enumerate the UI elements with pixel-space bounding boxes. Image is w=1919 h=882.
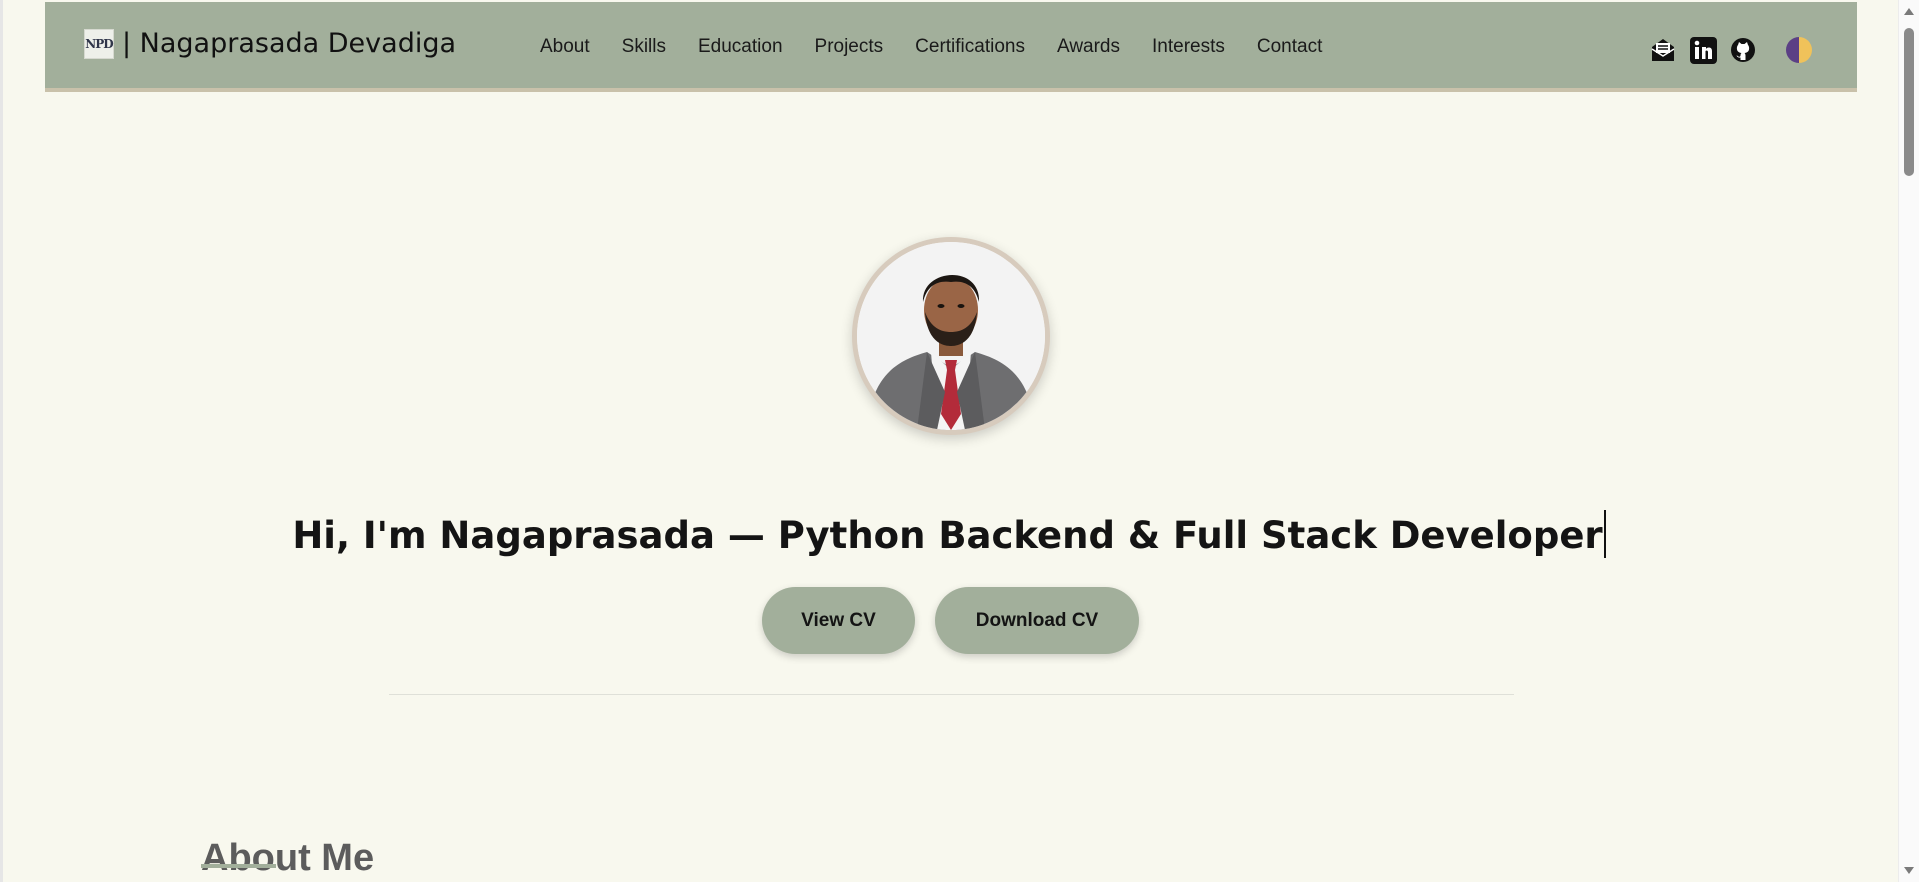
hero-headline-text: Hi, I'm Nagaprasada — Python Backend & F… [292,513,1603,557]
nav-links: About Skills Education Projects Certific… [540,36,1354,58]
social-icons [1649,36,1769,64]
linkedin-icon[interactable] [1689,36,1717,64]
theme-toggle-icon[interactable] [1786,37,1812,63]
typing-caret [1603,509,1606,558]
nav-link-certifications[interactable]: Certifications [915,36,1025,58]
nav-link-contact[interactable]: Contact [1257,36,1322,58]
github-icon[interactable] [1729,36,1757,64]
nav-link-education[interactable]: Education [698,36,783,58]
scroll-up-arrow-icon[interactable] [1904,8,1914,15]
nav-link-awards[interactable]: Awards [1057,36,1120,58]
brand[interactable]: NPD | Nagaprasada Devadiga [84,28,456,59]
nav-link-about[interactable]: About [540,36,590,58]
navbar: NPD | Nagaprasada Devadiga About Skills … [45,2,1857,92]
theme-toggle-light-half [1799,37,1812,63]
mail-icon[interactable] [1649,36,1677,64]
nav-link-skills[interactable]: Skills [622,36,666,58]
vertical-scrollbar[interactable] [1898,0,1919,882]
scroll-down-arrow-icon[interactable] [1904,867,1914,874]
about-section-title: About Me [201,836,375,879]
section-divider [389,694,1514,695]
brand-logo: NPD [84,28,114,59]
theme-toggle-dark-half [1786,37,1799,63]
view-cv-button[interactable]: View CV [762,587,915,654]
download-cv-button[interactable]: Download CV [935,587,1139,654]
nav-link-projects[interactable]: Projects [815,36,884,58]
hero-headline: Hi, I'm Nagaprasada — Python Backend & F… [0,509,1898,558]
page [0,0,1898,882]
brand-name: | Nagaprasada Devadiga [122,28,457,59]
profile-photo-frame [852,237,1050,435]
about-title-underline [201,864,276,868]
nav-link-interests[interactable]: Interests [1152,36,1225,58]
scrollbar-thumb[interactable] [1904,28,1914,176]
avatar [857,242,1045,430]
